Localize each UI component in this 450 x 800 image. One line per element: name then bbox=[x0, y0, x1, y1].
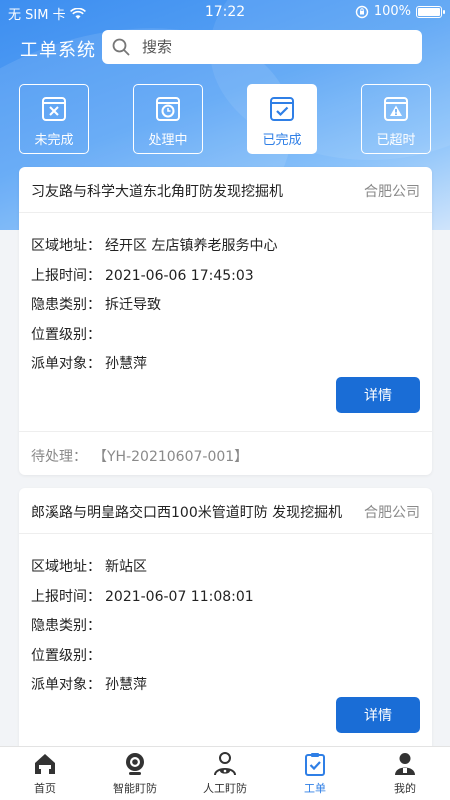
field-report-time: 上报时间： 2021-06-06 17:45:03 bbox=[31, 268, 254, 284]
top-bar: 工单系统 bbox=[0, 30, 450, 64]
home-icon bbox=[35, 754, 55, 774]
order-company: 合肥公司 bbox=[364, 184, 420, 200]
battery-icon bbox=[416, 5, 445, 18]
check-window-icon bbox=[270, 97, 294, 121]
nav-label: 首页 bbox=[34, 782, 56, 795]
field-location-level: 位置级别： bbox=[31, 648, 101, 664]
field-assignee: 派单对象： 孙慧萍 bbox=[31, 356, 147, 372]
order-status-label: 待处理： bbox=[31, 449, 87, 465]
detail-button[interactable]: 详情 bbox=[336, 697, 420, 733]
tab-label: 已完成 bbox=[262, 133, 302, 148]
tab-label: 处理中 bbox=[148, 133, 188, 148]
clock-window-icon bbox=[156, 97, 180, 121]
orientation-lock-icon bbox=[355, 5, 369, 18]
field-report-time: 上报时间： 2021-06-07 11:08:01 bbox=[31, 589, 254, 605]
nav-profile[interactable]: 我的 bbox=[360, 751, 450, 799]
nav-manual-monitor[interactable]: 人工盯防 bbox=[180, 751, 270, 799]
tab-label: 已超时 bbox=[376, 133, 416, 148]
tab-processing[interactable]: 处理中 bbox=[133, 84, 203, 154]
order-card-header: 习友路与科学大道东北角盯防发现挖掘机 合肥公司 bbox=[19, 167, 432, 213]
order-title: 郎溪路与明皇路交口西100米管道盯防 发现挖掘机 bbox=[31, 505, 343, 521]
nav-work-orders[interactable]: 工单 bbox=[270, 751, 360, 799]
tab-overdue[interactable]: 已超时 bbox=[361, 84, 431, 154]
tab-unfinished[interactable]: 未完成 bbox=[19, 84, 89, 154]
search-icon bbox=[112, 38, 130, 56]
search-bar[interactable] bbox=[102, 30, 422, 64]
clipboard-check-icon bbox=[305, 753, 325, 776]
field-hazard-type: 隐患类别： bbox=[31, 618, 101, 634]
order-code: 【YH-20210607-001】 bbox=[93, 449, 249, 465]
tab-label: 未完成 bbox=[34, 133, 74, 148]
app-title: 工单系统 bbox=[20, 40, 96, 60]
window-close-icon bbox=[42, 97, 66, 121]
nav-label: 工单 bbox=[304, 782, 326, 795]
user-icon bbox=[395, 753, 415, 775]
order-card-header: 郎溪路与明皇路交口西100米管道盯防 发现挖掘机 合肥公司 bbox=[19, 488, 432, 534]
nav-label: 智能盯防 bbox=[113, 782, 157, 795]
nav-label: 我的 bbox=[394, 782, 416, 795]
person-eye-icon bbox=[214, 752, 236, 776]
camera-icon bbox=[126, 753, 144, 775]
battery-percent: 100% bbox=[373, 4, 411, 19]
field-hazard-type: 隐患类别： 拆迁导致 bbox=[31, 297, 161, 313]
nav-home[interactable]: 首页 bbox=[0, 751, 90, 799]
detail-button[interactable]: 详情 bbox=[336, 377, 420, 413]
tab-completed[interactable]: 已完成 bbox=[247, 84, 317, 154]
field-location-level: 位置级别： bbox=[31, 327, 101, 343]
order-title: 习友路与科学大道东北角盯防发现挖掘机 bbox=[31, 184, 283, 200]
order-card-footer: 待处理： 【YH-20210607-001】 bbox=[19, 431, 432, 475]
field-assignee: 派单对象： 孙慧萍 bbox=[31, 677, 147, 693]
warning-window-icon bbox=[384, 97, 408, 121]
nav-smart-monitor[interactable]: 智能盯防 bbox=[90, 751, 180, 799]
search-input[interactable] bbox=[142, 38, 402, 56]
order-company: 合肥公司 bbox=[364, 505, 420, 521]
field-area-address: 区域地址： 经开区 左店镇养老服务中心 bbox=[31, 238, 278, 254]
status-bar: 无 SIM 卡 17:22 100% bbox=[0, 0, 450, 24]
field-area-address: 区域地址： 新站区 bbox=[31, 559, 147, 575]
order-card[interactable]: 习友路与科学大道东北角盯防发现挖掘机 合肥公司 区域地址： 经开区 左店镇养老服务… bbox=[19, 167, 432, 475]
order-card[interactable]: 郎溪路与明皇路交口西100米管道盯防 发现挖掘机 合肥公司 区域地址： 新站区 上… bbox=[19, 488, 432, 758]
bottom-nav: 首页 智能盯防 人工盯防 工单 我的 bbox=[0, 746, 450, 800]
status-filter-tabs: 未完成 处理中 已完成 已超时 bbox=[0, 84, 450, 156]
nav-label: 人工盯防 bbox=[203, 782, 247, 795]
